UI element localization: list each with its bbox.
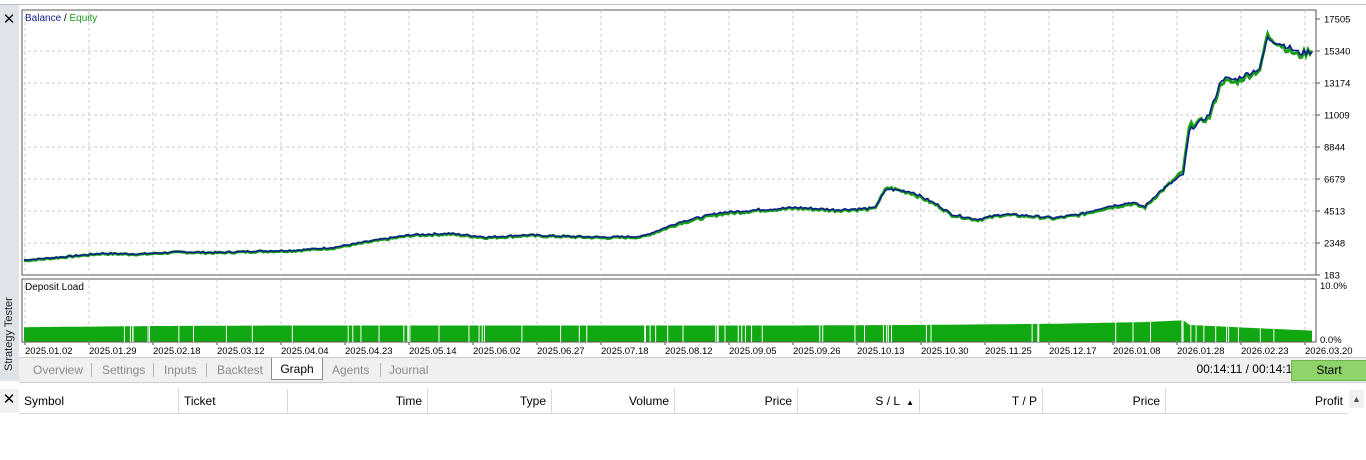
x-tick-label: 2025.06.27 (537, 346, 585, 357)
column-symbol[interactable]: Symbol (19, 389, 179, 413)
tab-inputs[interactable]: Inputs (164, 361, 197, 379)
deposit-y-tick-label: 10.0% (1320, 281, 1347, 292)
legend: Balance / Equity (25, 13, 97, 24)
x-tick-label: 2025.04.23 (345, 346, 393, 357)
deposit-y-ticks: 10.0% 0.0% (1320, 281, 1347, 346)
sort-ascending-icon: ▲ (906, 398, 914, 407)
deposit-y-tick-label: 0.0% (1320, 335, 1342, 346)
tab-journal[interactable]: Journal (389, 361, 428, 379)
x-tick-label: 2025.11.25 (985, 346, 1032, 357)
column-type[interactable]: Type (428, 389, 552, 413)
x-tick-label: 2025.09.26 (793, 346, 841, 357)
x-tick-label: 2025.10.13 (857, 346, 905, 357)
close-icon[interactable]: ✕ (2, 12, 16, 27)
x-tick-label: 2025.01.29 (89, 346, 137, 357)
deposit-load-label: Deposit Load (25, 282, 84, 293)
x-tick-label: 2026.03.20 (1305, 346, 1353, 357)
scroll-up-icon[interactable]: ▲ (1349, 390, 1364, 408)
x-tick-label: 2026.02.23 (1241, 346, 1289, 357)
elapsed-timer: 00:14:11 / 00:14:15 (1196, 362, 1299, 376)
column-sl-label: S / L (875, 394, 901, 408)
column-close-price[interactable]: Price (1043, 389, 1166, 413)
y-tick-label: 11009 (1324, 111, 1350, 122)
legend-separator: / (64, 13, 67, 24)
y-tick-label: 13174 (1324, 79, 1350, 90)
y-tick-label: 6679 (1324, 175, 1345, 186)
x-tick-label: 2025.12.17 (1049, 346, 1097, 357)
x-tick-label: 2025.08.12 (665, 346, 713, 357)
x-tick-label: 2025.05.14 (409, 346, 457, 357)
table-side-strip: ✕ (0, 389, 19, 413)
x-tick-label: 2025.03.12 (217, 346, 265, 357)
start-button[interactable]: Start (1291, 360, 1366, 381)
column-sl[interactable]: S / L ▲ (798, 389, 920, 413)
tab-graph[interactable]: Graph (271, 358, 323, 380)
y-axis-ticks: 17505 15340 13174 11009 8844 6679 4513 2348 183 (1316, 15, 1350, 282)
y-tick-label: 15340 (1324, 47, 1350, 58)
x-axis-ticks: 2025.01.02 2025.01.29 2025.02.18 2025.03.12… (24, 342, 1353, 357)
column-profit[interactable]: Profit (1166, 389, 1348, 413)
tab-agents[interactable]: Agents (332, 361, 369, 379)
tab-separator (206, 363, 207, 377)
panel-side-strip: ✕ Strategy Tester (0, 5, 20, 381)
x-tick-label: 2025.04.04 (281, 346, 329, 357)
tab-overview[interactable]: Overview (33, 361, 83, 379)
tab-separator (153, 363, 154, 377)
tab-backtest[interactable]: Backtest (217, 361, 263, 379)
x-tick-label: 2025.02.18 (153, 346, 201, 357)
tab-separator (91, 363, 92, 377)
main-plot-frame (21, 9, 1317, 276)
x-tick-label: 2025.07.18 (601, 346, 649, 357)
panel-title: Strategy Tester (3, 297, 15, 371)
close-icon[interactable]: ✕ (2, 392, 16, 407)
column-price[interactable]: Price (675, 389, 798, 413)
orders-table-header: Symbol Ticket Time Type Volume Price S /… (19, 389, 1348, 414)
column-tp[interactable]: T / P (920, 389, 1043, 413)
y-tick-label: 8844 (1324, 143, 1345, 154)
tester-tabs-bar: Overview Settings Inputs Backtest Graph … (19, 357, 1366, 383)
column-ticket[interactable]: Ticket (179, 389, 288, 413)
y-tick-label: 2348 (1324, 239, 1345, 250)
x-tick-label: 2026.01.08 (1113, 346, 1161, 357)
legend-equity: Equity (69, 13, 97, 24)
tab-separator (380, 363, 381, 377)
column-time[interactable]: Time (288, 389, 428, 413)
tab-settings[interactable]: Settings (102, 361, 145, 379)
x-tick-label: 2025.09.05 (729, 346, 777, 357)
y-tick-label: 17505 (1324, 15, 1350, 26)
legend-balance: Balance (25, 13, 62, 24)
column-volume[interactable]: Volume (552, 389, 675, 413)
x-tick-label: 2025.06.02 (473, 346, 521, 357)
y-tick-label: 4513 (1324, 207, 1345, 218)
x-tick-label: 2026.01.28 (1177, 346, 1225, 357)
x-tick-label: 2025.01.02 (25, 346, 73, 357)
x-tick-label: 2025.10.30 (921, 346, 969, 357)
balance-equity-chart: 175051534013174110098844667945132348183 … (21, 9, 1353, 357)
y-tick-label: 183 (1324, 271, 1340, 282)
